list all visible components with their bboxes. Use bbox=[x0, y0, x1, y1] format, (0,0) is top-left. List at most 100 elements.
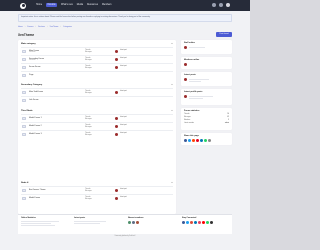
breadcrumb: Home › Forums › Sections › XenTheme › Catego… bbox=[18, 26, 72, 28]
pinterest-icon[interactable] bbox=[196, 139, 199, 142]
nav-whats-new[interactable]: What's new bbox=[61, 4, 73, 7]
forum-icon bbox=[22, 90, 26, 95]
whatsapp-icon[interactable] bbox=[206, 221, 209, 224]
forum-row[interactable]: Main Forum Sub-forum Threads Messages Lat… bbox=[21, 47, 173, 55]
collapse-icon[interactable]: ▲ bbox=[171, 43, 173, 45]
nav-resources[interactable]: Resources bbox=[87, 4, 98, 7]
category-header[interactable]: Main category bbox=[21, 43, 36, 45]
nav-members[interactable]: Members bbox=[102, 4, 112, 7]
forum-title[interactable]: Page bbox=[29, 74, 33, 76]
twitter-icon[interactable] bbox=[186, 221, 189, 224]
forum-row[interactable]: Main Sub-Forum Threads Messages Latest po… bbox=[21, 88, 173, 96]
collapse-icon[interactable]: ▲ bbox=[171, 182, 173, 184]
page: Home Forums What's new Media Resources M… bbox=[0, 0, 250, 250]
latest-post[interactable]: Latest post bbox=[115, 124, 127, 129]
facebook-icon[interactable] bbox=[182, 221, 185, 224]
latest-post[interactable]: Latest post bbox=[115, 196, 127, 201]
avatar[interactable] bbox=[132, 221, 135, 224]
whatsapp-icon[interactable] bbox=[204, 139, 207, 142]
collapse-icon[interactable]: ▲ bbox=[171, 110, 173, 112]
forum-row[interactable]: Model Forum Threads Messages Latest post bbox=[21, 194, 173, 202]
forum-row[interactable]: Model Forum 2 Threads Messages Latest pos… bbox=[21, 122, 173, 130]
breadcrumb-item[interactable]: Home bbox=[18, 26, 23, 28]
breadcrumb-item[interactable]: Forums bbox=[27, 26, 33, 28]
latest-post[interactable]: Latest post bbox=[115, 90, 127, 95]
category-header[interactable]: Secondary Category bbox=[21, 84, 42, 86]
forum-icon bbox=[22, 196, 26, 201]
forum-row[interactable]: Model Forum 3 Threads Messages Latest pos… bbox=[21, 130, 173, 138]
latest-post[interactable]: Latest post bbox=[115, 188, 127, 193]
breadcrumb-item[interactable]: Categories bbox=[63, 26, 72, 28]
social-links bbox=[182, 221, 230, 224]
avatar[interactable] bbox=[184, 78, 188, 82]
avatar bbox=[115, 132, 119, 137]
stat-row: Messages 42 bbox=[184, 117, 229, 118]
latest-post[interactable]: Latest post bbox=[115, 132, 127, 137]
forum-row[interactable]: Page bbox=[21, 71, 173, 79]
forum-title[interactable]: Main Sub-Forum bbox=[29, 91, 43, 93]
site-logo[interactable] bbox=[20, 2, 26, 9]
forum-title[interactable]: Link Forum bbox=[29, 99, 38, 101]
facebook-icon[interactable] bbox=[184, 139, 187, 142]
forum-title[interactable]: Forum Forum bbox=[29, 66, 40, 68]
category-header[interactable]: Node 4 bbox=[21, 182, 28, 184]
nav-home[interactable]: Home bbox=[36, 4, 42, 7]
forum-row[interactable]: Forum Forum Threads Messages Latest post bbox=[21, 63, 173, 71]
youtube-icon[interactable] bbox=[202, 221, 205, 224]
user-avatar[interactable] bbox=[226, 3, 230, 7]
post-title-placeholder[interactable] bbox=[189, 78, 209, 80]
avatar bbox=[115, 49, 119, 54]
forum-title[interactable]: Model Forum 3 bbox=[29, 133, 42, 135]
footer-newest-members: Newest members bbox=[128, 217, 173, 225]
latest-post[interactable]: Latest post bbox=[115, 57, 127, 62]
linkedin-icon[interactable] bbox=[194, 221, 197, 224]
forum-title[interactable]: Model Forum bbox=[29, 197, 40, 199]
block-title: Members online bbox=[184, 59, 200, 61]
github-icon[interactable] bbox=[210, 221, 213, 224]
profile-post-meta-placeholder bbox=[189, 98, 203, 99]
post-thread-button[interactable]: Post thread bbox=[216, 32, 232, 37]
reddit-icon[interactable] bbox=[192, 139, 195, 142]
avatar bbox=[115, 90, 119, 95]
latest-post[interactable]: Latest post bbox=[115, 65, 127, 70]
forum-row[interactable]: Model Forum 1 Threads Messages Latest pos… bbox=[21, 114, 173, 122]
latest-post[interactable]: Latest post bbox=[115, 49, 127, 54]
instagram-icon[interactable] bbox=[198, 221, 201, 224]
forum-row[interactable]: Box Forums Theme Threads Messages Latest … bbox=[21, 186, 173, 194]
block-title: Forum statistics bbox=[184, 110, 200, 112]
breadcrumb-item[interactable]: XenTheme bbox=[50, 26, 59, 28]
notice-banner: Important notice: this is a demo board. … bbox=[18, 14, 232, 22]
block-title: Share this page bbox=[184, 135, 199, 137]
forum-icon bbox=[22, 57, 26, 62]
avatar[interactable] bbox=[184, 63, 188, 67]
members-online-block: Members online bbox=[181, 57, 232, 69]
linkedin-icon[interactable] bbox=[200, 139, 203, 142]
collapse-icon[interactable]: ▲ bbox=[171, 84, 173, 86]
breadcrumb-item[interactable]: Sections bbox=[38, 26, 45, 28]
page-icon bbox=[22, 73, 26, 78]
forum-title[interactable]: Model Forum 1 bbox=[29, 117, 42, 119]
avatar[interactable] bbox=[184, 46, 188, 50]
forum-row[interactable]: Secondary Forum Sub-forum Threads Message… bbox=[21, 55, 173, 63]
stat-row: Latest member admin bbox=[184, 123, 229, 124]
staff-online-block: Staff online bbox=[181, 40, 232, 54]
bell-icon[interactable] bbox=[219, 3, 223, 7]
avatar[interactable] bbox=[136, 221, 139, 224]
twitter-icon[interactable] bbox=[188, 139, 191, 142]
subforum-link[interactable]: Sub-forum bbox=[29, 60, 36, 61]
search-icon[interactable] bbox=[212, 3, 216, 7]
avatar[interactable] bbox=[128, 221, 131, 224]
google-icon[interactable] bbox=[190, 221, 193, 224]
category-header[interactable]: Third Node bbox=[21, 110, 33, 112]
email-icon[interactable] bbox=[208, 139, 211, 142]
forum-row[interactable]: Link Forum bbox=[21, 96, 173, 104]
latest-post[interactable]: Latest post bbox=[115, 116, 127, 121]
forum-title[interactable]: Model Forum 2 bbox=[29, 125, 42, 127]
forum-title[interactable]: Box Forums Theme bbox=[29, 189, 46, 191]
avatar[interactable] bbox=[184, 95, 188, 99]
nav-media[interactable]: Media bbox=[77, 4, 83, 7]
avatar bbox=[115, 124, 119, 129]
nav-forums[interactable]: Forums bbox=[46, 3, 57, 7]
block-title: Staff online bbox=[184, 42, 195, 44]
subforum-link[interactable]: Sub-forum bbox=[29, 52, 36, 53]
